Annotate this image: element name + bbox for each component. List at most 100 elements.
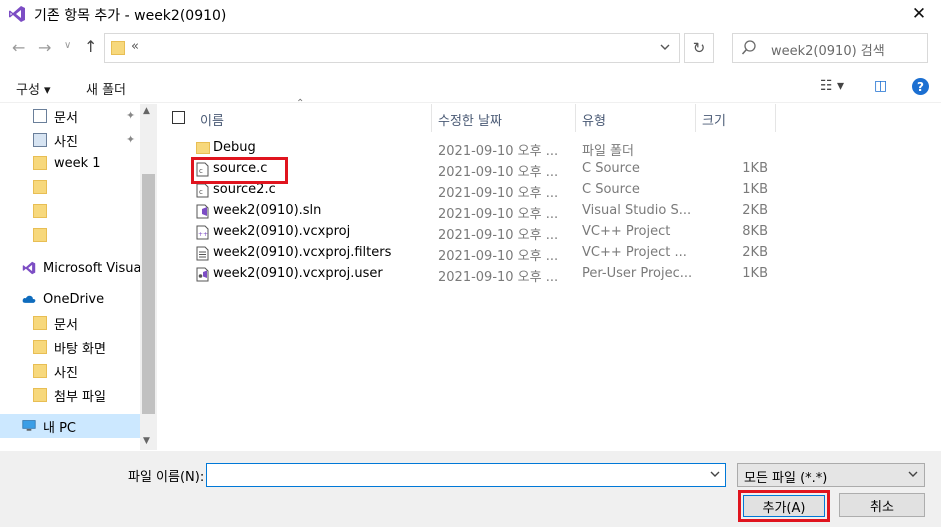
title-bar: 기존 항목 추가 - week2(0910) ✕ bbox=[0, 0, 941, 28]
cancel-button[interactable]: 취소 bbox=[839, 493, 925, 517]
file-type: C Source bbox=[582, 161, 640, 176]
preview-pane-icon[interactable]: ◫ bbox=[874, 78, 887, 94]
filename-field[interactable] bbox=[206, 463, 726, 487]
view-options-icon[interactable]: ☷ ▾ bbox=[820, 78, 844, 94]
help-icon[interactable]: ? bbox=[912, 78, 929, 95]
file-name: week2(0910).vcxproj.filters bbox=[213, 245, 392, 260]
folder-icon bbox=[33, 364, 47, 378]
sidebar-item-folder[interactable] bbox=[0, 175, 140, 199]
source-file-highlight bbox=[191, 157, 288, 184]
column-divider[interactable] bbox=[695, 104, 696, 132]
forward-icon[interactable]: → bbox=[38, 38, 51, 57]
back-icon[interactable]: ← bbox=[12, 38, 25, 57]
sidebar-item-label: 바탕 화면 bbox=[54, 341, 106, 357]
breadcrumb[interactable]: « bbox=[131, 39, 139, 54]
navigation-pane: 문서 ✦ 사진 ✦ week 1 Microsoft Visual OneDri… bbox=[0, 104, 157, 450]
scroll-up-icon[interactable]: ▲ bbox=[143, 106, 150, 116]
sidebar-item-onedrive[interactable]: OneDrive bbox=[0, 287, 140, 311]
address-bar[interactable]: « bbox=[104, 33, 680, 63]
folder-icon bbox=[33, 228, 47, 242]
sidebar-item-desktop[interactable]: 바탕 화면 bbox=[0, 335, 140, 359]
folder-icon bbox=[33, 316, 47, 330]
sidebar-item-this-pc[interactable]: 내 PC bbox=[0, 414, 140, 438]
column-divider[interactable] bbox=[431, 104, 432, 132]
chevron-down-icon[interactable] bbox=[659, 40, 671, 54]
file-type: Visual Studio S... bbox=[582, 203, 692, 218]
sidebar-item-label: 내 PC bbox=[43, 420, 77, 436]
file-size: 1KB bbox=[742, 266, 768, 281]
visual-studio-icon bbox=[9, 6, 25, 22]
chevron-down-icon[interactable] bbox=[709, 467, 721, 481]
folder-icon bbox=[33, 204, 47, 218]
svg-text:c: c bbox=[199, 188, 203, 196]
sidebar-item-week1[interactable]: week 1 bbox=[0, 151, 140, 175]
file-name: source2.c bbox=[213, 182, 276, 197]
sidebar-item-label: 사진 bbox=[54, 365, 78, 381]
scroll-down-icon[interactable]: ▼ bbox=[143, 436, 150, 446]
svg-text:++: ++ bbox=[198, 231, 208, 238]
file-size: 8KB bbox=[742, 224, 768, 239]
file-type-filter[interactable]: 모든 파일 (*.*) bbox=[737, 463, 925, 487]
filters-file-icon bbox=[196, 246, 209, 261]
file-name: Debug bbox=[213, 140, 256, 155]
folder-icon bbox=[33, 156, 47, 170]
sidebar-item-documents[interactable]: 문서 bbox=[0, 104, 140, 128]
column-size[interactable]: 크기 bbox=[702, 110, 726, 129]
file-modified: 2021-09-10 오후 ... bbox=[438, 270, 559, 285]
table-row[interactable]: ++ week2(0910).vcxproj 2021-09-10 오후 ...… bbox=[158, 222, 941, 243]
file-modified: 2021-09-10 오후 ... bbox=[438, 207, 559, 222]
pin-icon: ✦ bbox=[126, 109, 136, 122]
search-box[interactable]: week2(0910) 검색 bbox=[732, 33, 928, 63]
c-file-icon: c bbox=[196, 183, 209, 198]
sidebar-item-folder[interactable] bbox=[0, 199, 140, 223]
select-all-checkbox[interactable] bbox=[172, 111, 185, 124]
file-size: 1KB bbox=[742, 182, 768, 197]
column-name[interactable]: 이름 bbox=[200, 110, 224, 129]
folder-icon bbox=[33, 340, 47, 354]
column-divider[interactable] bbox=[775, 104, 776, 132]
search-input[interactable]: week2(0910) 검색 bbox=[771, 40, 885, 59]
pin-icon: ✦ bbox=[126, 133, 136, 146]
sidebar-item-onedrive-pictures[interactable]: 사진 bbox=[0, 359, 140, 383]
navigation-scrollbar[interactable]: ▲ ▼ bbox=[140, 104, 157, 450]
onedrive-icon bbox=[22, 295, 36, 303]
recent-locations-icon[interactable]: ∨ bbox=[64, 40, 71, 51]
new-folder-button[interactable]: 새 폴더 bbox=[86, 79, 126, 98]
file-size: 2KB bbox=[742, 203, 768, 218]
sidebar-item-onedrive-documents[interactable]: 문서 bbox=[0, 311, 140, 335]
column-modified[interactable]: 수정한 날짜 bbox=[438, 110, 502, 129]
organize-button[interactable]: 구성 ▾ bbox=[16, 79, 51, 98]
sidebar-item-attachments[interactable]: 첨부 파일 bbox=[0, 383, 140, 407]
window-title: 기존 항목 추가 - week2(0910) bbox=[34, 8, 227, 24]
sidebar-item-label: OneDrive bbox=[43, 291, 105, 307]
table-row[interactable]: week2(0910).vcxproj.filters 2021-09-10 오… bbox=[158, 243, 941, 264]
table-row[interactable]: week2(0910).vcxproj.user 2021-09-10 오후 .… bbox=[158, 264, 941, 285]
refresh-button[interactable]: ↻ bbox=[684, 33, 714, 63]
file-modified: 2021-09-10 오후 ... bbox=[438, 249, 559, 264]
file-type: Per-User Projec... bbox=[582, 266, 693, 281]
table-row[interactable]: Debug 2021-09-10 오후 ... 파일 폴더 bbox=[158, 138, 941, 159]
visual-studio-icon bbox=[22, 261, 36, 275]
folder-icon bbox=[111, 41, 125, 55]
search-icon bbox=[741, 40, 756, 55]
document-icon bbox=[33, 109, 47, 123]
sidebar-item-pictures[interactable]: 사진 bbox=[0, 128, 140, 152]
up-icon[interactable]: ↑ bbox=[84, 37, 97, 56]
sidebar-item-microsoft-visual[interactable]: Microsoft Visual bbox=[0, 256, 140, 280]
add-button[interactable]: 추가(A) bbox=[743, 495, 825, 517]
picture-icon bbox=[33, 133, 47, 147]
sidebar-item-label: 문서 bbox=[54, 317, 78, 333]
file-modified: 2021-09-10 오후 ... bbox=[438, 165, 559, 180]
command-bar: 구성 ▾ 새 폴더 ☷ ▾ ◫ bbox=[0, 71, 941, 103]
column-divider[interactable] bbox=[575, 104, 576, 132]
file-type: C Source bbox=[582, 182, 640, 197]
sln-file-icon bbox=[196, 204, 209, 219]
sidebar-item-folder[interactable] bbox=[0, 223, 140, 247]
filename-label: 파일 이름(N): bbox=[128, 470, 205, 485]
close-icon[interactable]: ✕ bbox=[897, 0, 941, 28]
file-list: ⌃ 이름 수정한 날짜 유형 크기 Debug 2021-09-10 오후 ..… bbox=[158, 98, 941, 450]
table-row[interactable]: week2(0910).sln 2021-09-10 오후 ... Visual… bbox=[158, 201, 941, 222]
scrollbar-thumb[interactable] bbox=[142, 174, 155, 414]
chevron-down-icon[interactable] bbox=[907, 467, 919, 481]
column-type[interactable]: 유형 bbox=[582, 110, 606, 129]
